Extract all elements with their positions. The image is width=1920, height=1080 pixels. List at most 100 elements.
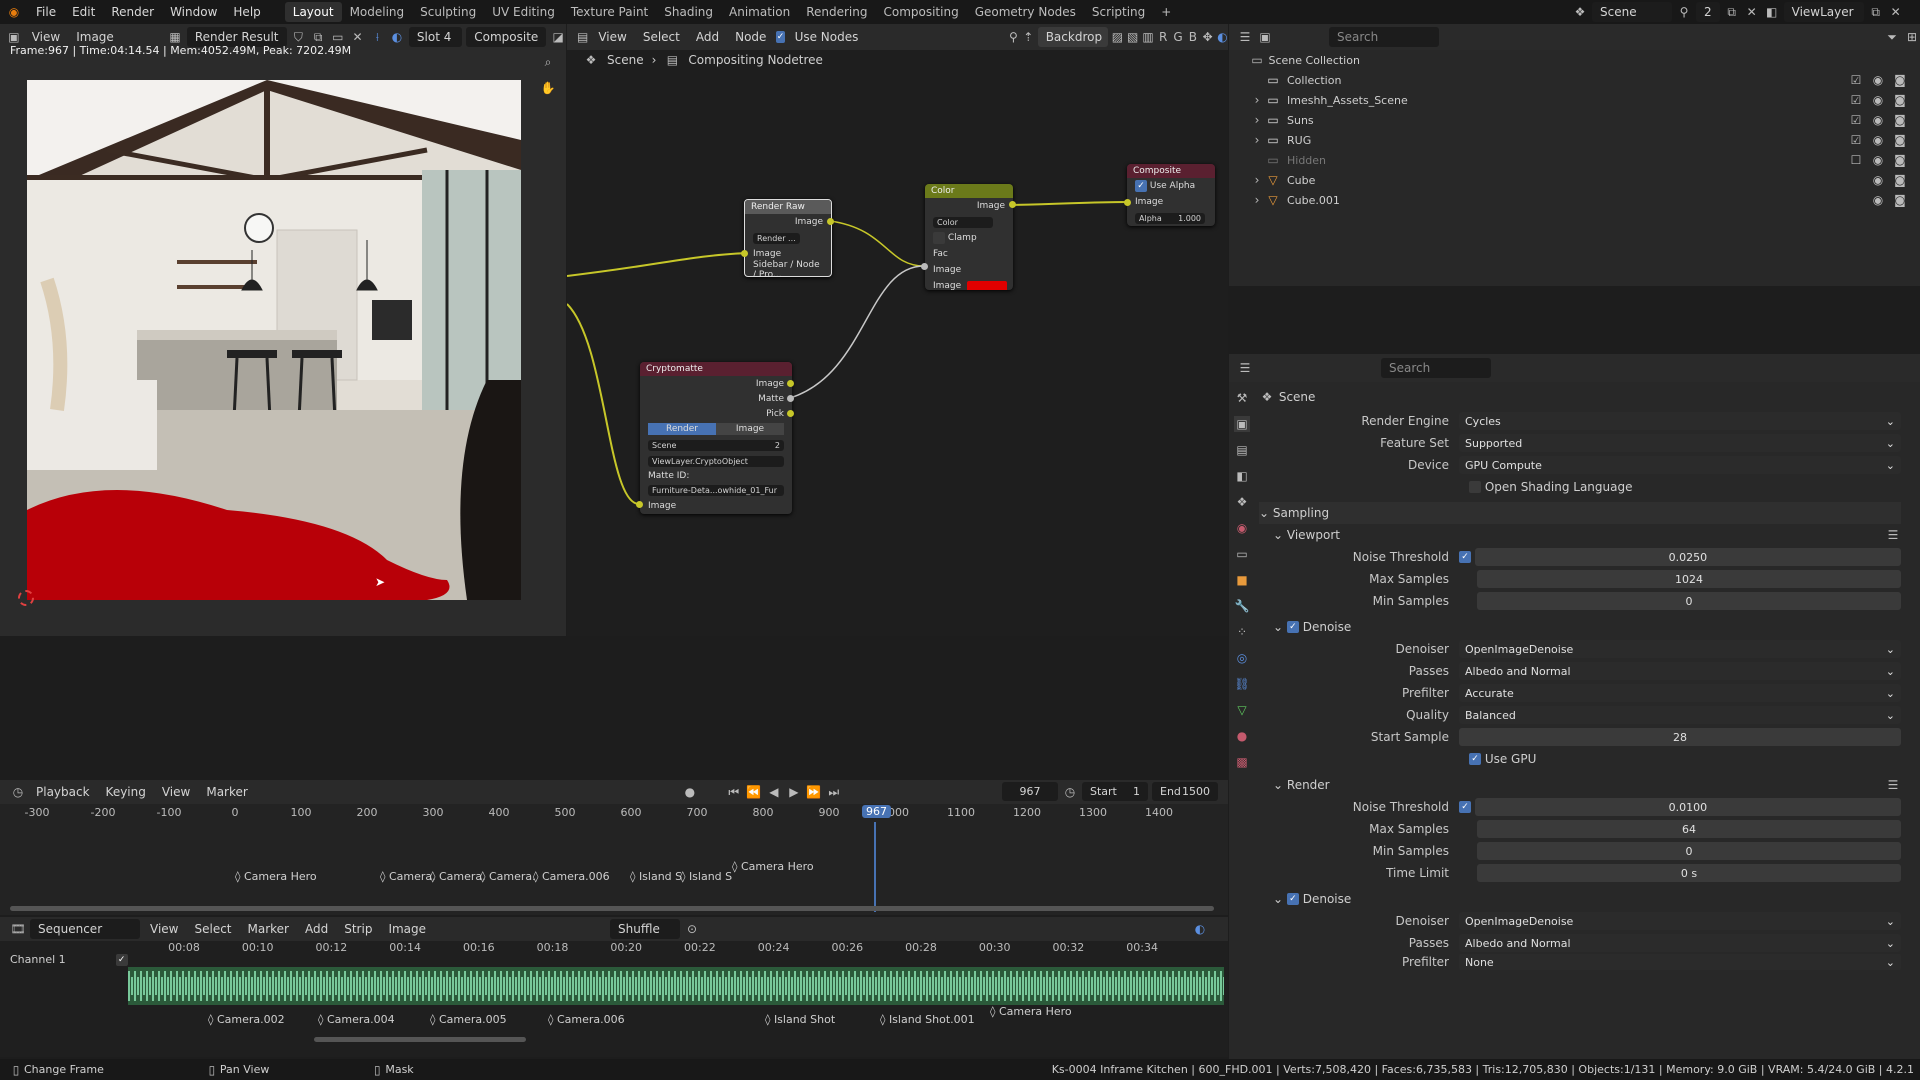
scene-tab-icon[interactable]: ❖ (1234, 494, 1250, 510)
camera-icon[interactable]: ◙ (1892, 112, 1908, 128)
noise-threshold-field[interactable]: 0.0250 (1474, 548, 1901, 566)
noise-threshold-checkbox[interactable]: ✓ (1459, 551, 1471, 563)
timeline-ruler[interactable]: -300 -200 -100 0 100 200 300 400 500 600 700 800 900… (0, 806, 1228, 822)
hand-pan-icon[interactable]: ✋ (540, 80, 556, 96)
denoise-checkbox[interactable]: ✓ (1286, 621, 1299, 633)
menu-window[interactable]: Window (162, 5, 225, 19)
timeline-marker[interactable]: ◊ Camera. (430, 870, 486, 883)
pin-icon[interactable]: ⚲ (1676, 4, 1692, 20)
physics-tab-icon[interactable]: ◎ (1234, 650, 1250, 666)
subpanel-denoise[interactable]: Denoise (1303, 892, 1352, 906)
use-alpha-checkbox[interactable]: ✓ (1135, 180, 1147, 192)
filter-icon[interactable]: ⏷ (1884, 29, 1900, 45)
tab-texture-paint[interactable]: Texture Paint (563, 2, 656, 22)
tree-root[interactable]: ▭ Scene Collection (1229, 50, 1920, 70)
osl-checkbox[interactable] (1469, 481, 1481, 493)
add-workspace-icon[interactable]: + (1153, 2, 1179, 22)
sequencer-marker[interactable]: ◊ Camera.002 (208, 1013, 285, 1026)
fake-user-icon[interactable]: ⛉ (291, 29, 307, 45)
eye-icon[interactable]: ◉ (1870, 92, 1886, 108)
editor-type-icon[interactable]: 🎞 (10, 921, 26, 937)
chevron-right-icon[interactable]: › (1249, 92, 1265, 108)
scene-user-count[interactable]: 2 (1696, 2, 1720, 22)
crypto-scene-field[interactable]: Scene 2 (648, 439, 784, 451)
menu-marker[interactable]: Marker (242, 920, 295, 938)
eye-icon[interactable]: ◉ (1870, 132, 1886, 148)
timeline-scrollbar[interactable] (10, 906, 1214, 911)
editor-type-icon[interactable]: ☰ (1237, 360, 1253, 376)
passes-select[interactable]: Albedo and Normal ⌄ (1459, 662, 1901, 680)
timeline-marker[interactable]: ◊ Camera Hero (732, 860, 814, 873)
sequencer-scrollbar[interactable] (314, 1037, 526, 1042)
color-mode-select[interactable]: Color (933, 216, 993, 228)
eye-icon[interactable]: ◉ (1870, 72, 1886, 88)
feature-set-select[interactable]: Supported ⌄ (1459, 434, 1901, 452)
scene-selector[interactable]: Scene (1592, 2, 1672, 22)
chevron-down-icon[interactable]: ⌄ (1273, 620, 1283, 634)
denoiser-select[interactable]: OpenImageDenoise ⌄ (1459, 912, 1901, 930)
min-samples-field[interactable]: 0 (1477, 842, 1901, 860)
chevron-right-icon[interactable]: › (1249, 172, 1265, 188)
subpanel-render[interactable]: Render (1287, 778, 1330, 792)
output-tab-icon[interactable]: ▤ (1234, 442, 1250, 458)
color-swatch[interactable] (967, 280, 1007, 290)
folder-icon[interactable]: ▭ (330, 29, 346, 45)
timeline-marker[interactable]: ◊ Camera Hero (235, 870, 317, 883)
menu-marker[interactable]: Marker (200, 783, 253, 801)
close-icon[interactable]: ✕ (1888, 4, 1904, 20)
sample-tool-icon[interactable]: ⟊ (369, 29, 385, 45)
play-reverse-icon[interactable]: ◀ (766, 784, 782, 800)
node-render-raw[interactable]: Render Raw Image Render ... Image Sideba… (744, 199, 832, 277)
chevron-right-icon[interactable]: › (1249, 132, 1265, 148)
crypto-layer-select[interactable]: ViewLayer.CryptoObject (648, 455, 784, 467)
menu-playback[interactable]: Playback (30, 783, 96, 801)
overlay-icon[interactable]: ◐ (389, 29, 405, 45)
overlay-icon[interactable]: ◐ (1192, 921, 1208, 937)
max-samples-field[interactable]: 64 (1477, 820, 1901, 838)
zoom-icon[interactable]: ⌕ (540, 54, 556, 70)
timeline-marker[interactable]: ◊ Camera.006 (533, 870, 610, 883)
start-sample-field[interactable]: 28 (1459, 728, 1901, 746)
exclude-checkbox[interactable]: ☐ (1848, 152, 1864, 168)
jump-start-icon[interactable]: ⏮ (726, 784, 742, 800)
device-select[interactable]: GPU Compute ⌄ (1459, 456, 1901, 474)
tab-image[interactable]: Image (716, 423, 784, 435)
editor-type-icon[interactable]: ▣ (6, 29, 22, 45)
prefilter-select[interactable]: None ⌄ (1459, 954, 1901, 970)
socket[interactable] (787, 395, 794, 402)
chevron-down-icon[interactable]: ⌄ (1259, 506, 1269, 520)
socket[interactable] (787, 380, 794, 387)
tab-layout[interactable]: Layout (284, 2, 342, 22)
editor-selector[interactable]: Sequencer (30, 919, 140, 939)
menu-edit[interactable]: Edit (64, 5, 103, 19)
timeline-marker[interactable]: ◊ Island S (630, 870, 682, 883)
search-input[interactable]: Search (1381, 358, 1491, 378)
render-tab-icon[interactable]: ▣ (1234, 416, 1250, 432)
material-tab-icon[interactable]: ● (1234, 728, 1250, 744)
view-layer-selector[interactable]: ViewLayer (1783, 2, 1864, 22)
tree-item[interactable]: › ▽ Cube ◉ ◙ (1229, 170, 1920, 190)
node-cryptomatte[interactable]: Cryptomatte Image Matte Pick Render Image… (640, 362, 792, 514)
menu-add[interactable]: Add (299, 920, 334, 938)
use-gpu-checkbox[interactable]: ✓ (1469, 753, 1481, 765)
editor-type-icon[interactable]: ☰ (1237, 29, 1253, 45)
object-tab-icon[interactable]: ■ (1234, 572, 1250, 588)
tab-render[interactable]: Render (648, 423, 716, 435)
tab-geometry-nodes[interactable]: Geometry Nodes (967, 2, 1084, 22)
camera-icon[interactable]: ◙ (1892, 132, 1908, 148)
next-key-icon[interactable]: ⏩ (806, 784, 822, 800)
sequencer-marker[interactable]: ◊ Camera.006 (548, 1013, 625, 1026)
socket[interactable] (827, 218, 834, 225)
playhead-frame-label[interactable]: 967 (862, 805, 891, 818)
node-color[interactable]: Color Image Color Clamp Fac Image Image (925, 184, 1013, 290)
menu-image[interactable]: Image (382, 920, 432, 938)
menu-view[interactable]: View (156, 783, 196, 801)
new-view-layer-icon[interactable]: ⧉ (1868, 4, 1884, 20)
min-samples-field[interactable]: 0 (1477, 592, 1901, 610)
blender-logo-icon[interactable]: ◉ (6, 4, 22, 20)
list-icon[interactable]: ☰ (1885, 777, 1901, 793)
start-frame-field[interactable]: Start 1 (1082, 782, 1148, 801)
eye-icon[interactable]: ◉ (1870, 152, 1886, 168)
menu-help[interactable]: Help (225, 5, 268, 19)
time-limit-field[interactable]: 0 s (1477, 864, 1901, 882)
